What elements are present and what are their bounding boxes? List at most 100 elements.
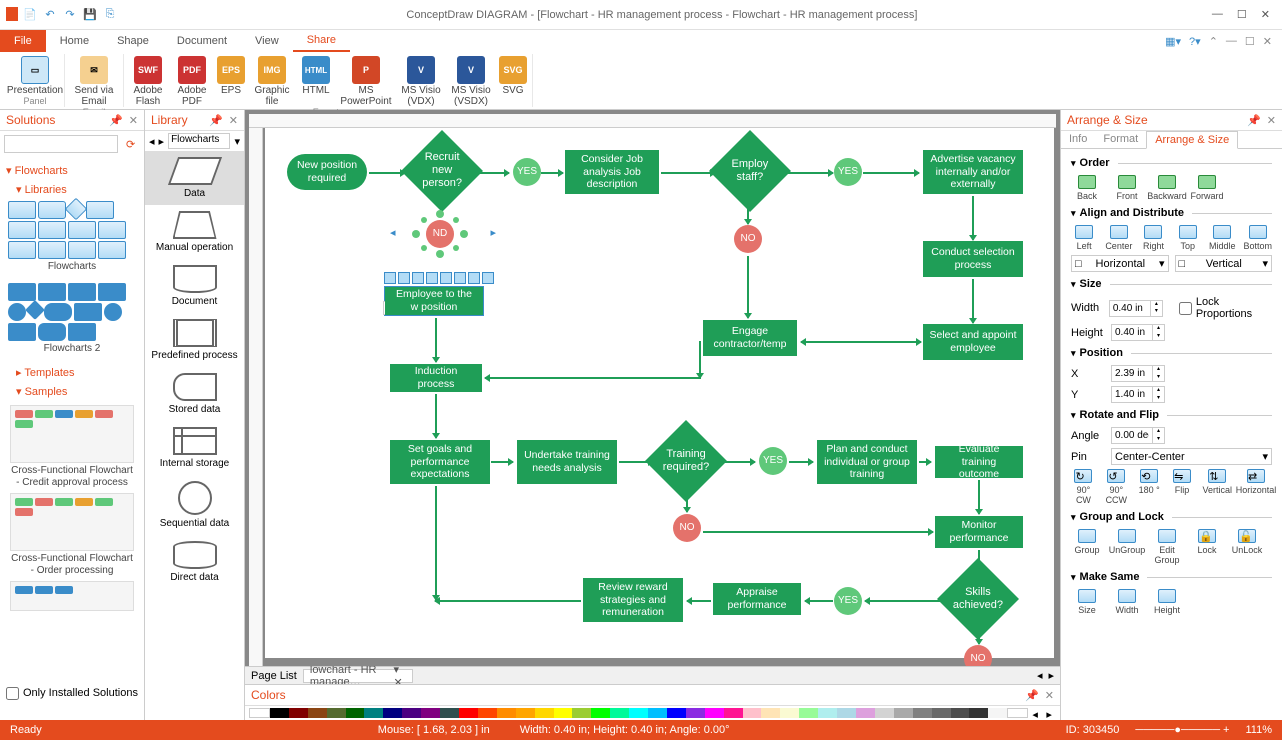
- close-icon[interactable]: ✕: [129, 114, 138, 127]
- width-input[interactable]: ▴▾: [1109, 300, 1163, 317]
- connector[interactable]: [978, 480, 980, 514]
- node-plan-training[interactable]: Plan and conduct individual or group tra…: [817, 440, 917, 484]
- presentation-button[interactable]: ▭Presentation: [10, 54, 60, 96]
- connector[interactable]: [783, 172, 833, 174]
- flip-h-button[interactable]: ⇄Horizontal: [1240, 469, 1272, 505]
- canvas[interactable]: New position required Recruit new person…: [245, 110, 1060, 666]
- node-yes-1[interactable]: YES: [513, 158, 541, 186]
- align-center-button[interactable]: Center: [1105, 225, 1132, 251]
- unlock-button[interactable]: 🔓UnLock: [1231, 529, 1263, 565]
- node-eval-training[interactable]: Evaluate training outcome: [935, 446, 1023, 478]
- lock-proportions-checkbox[interactable]: [1179, 302, 1192, 315]
- connector[interactable]: [435, 486, 437, 600]
- refresh-icon[interactable]: ⟳: [122, 138, 139, 151]
- close-button[interactable]: ✕: [1261, 8, 1270, 21]
- y-input[interactable]: ▴▾: [1111, 386, 1165, 403]
- rotate-cw-button[interactable]: ↻90° CW: [1071, 469, 1096, 505]
- connector[interactable]: [687, 600, 711, 602]
- connector[interactable]: [661, 172, 715, 174]
- colors-scroll-left-icon[interactable]: ◂: [1028, 708, 1042, 718]
- flip-v-button[interactable]: ⇅Vertical: [1203, 469, 1233, 505]
- tab-document[interactable]: Document: [163, 30, 241, 52]
- align-bottom-button[interactable]: Bottom: [1243, 225, 1272, 251]
- help-icon[interactable]: ?▾: [1189, 35, 1201, 48]
- connector[interactable]: [805, 600, 833, 602]
- adobe-pdf-button[interactable]: PDFAdobe PDF: [172, 54, 212, 107]
- flip-button[interactable]: ⇋Flip: [1170, 469, 1195, 505]
- lib-document[interactable]: Document: [145, 259, 244, 313]
- align-top-button[interactable]: Top: [1175, 225, 1201, 251]
- connector[interactable]: [789, 461, 813, 463]
- lib-direct[interactable]: Direct data: [145, 535, 244, 589]
- tab-info[interactable]: Info: [1061, 131, 1095, 148]
- node-recruit-decision[interactable]: Recruit new person?: [401, 130, 483, 212]
- node-induction[interactable]: Induction process: [390, 364, 482, 392]
- sol-libraries[interactable]: ▾ Libraries: [6, 180, 138, 199]
- sol-flowcharts[interactable]: ▾ Flowcharts: [6, 161, 138, 180]
- restore-ribbon-icon[interactable]: ☐: [1245, 35, 1255, 48]
- lib-stored[interactable]: Stored data: [145, 367, 244, 421]
- node-advertise[interactable]: Advertise vacancy internally and/or exte…: [923, 150, 1023, 194]
- node-select-appoint[interactable]: Select and appoint employee: [923, 324, 1023, 360]
- editgroup-button[interactable]: Edit Group: [1151, 529, 1183, 565]
- pin-dropdown[interactable]: Center-Center▾: [1111, 448, 1272, 465]
- lib-sequential[interactable]: Sequential data: [145, 475, 244, 535]
- order-front-button[interactable]: Front: [1111, 175, 1143, 201]
- send-email-button[interactable]: ✉Send via Email: [69, 54, 119, 107]
- connector[interactable]: [435, 318, 437, 362]
- node-new-position[interactable]: New position required: [287, 154, 367, 190]
- distribute-h-dropdown[interactable]: □ Horizontal▾: [1071, 255, 1169, 272]
- connector[interactable]: [485, 377, 701, 379]
- lib-internal[interactable]: Internal storage: [145, 421, 244, 475]
- pin-icon[interactable]: 📌: [209, 114, 223, 127]
- connector[interactable]: [699, 341, 701, 378]
- scroll-left-icon[interactable]: ◂: [1037, 669, 1043, 682]
- node-review-reward[interactable]: Review reward strategies and remuneratio…: [583, 578, 683, 622]
- ribbon-app-icon[interactable]: ▦▾: [1165, 35, 1181, 48]
- connector[interactable]: [435, 600, 581, 602]
- sol-templates[interactable]: ▸ Templates: [6, 363, 138, 382]
- qat-new-icon[interactable]: [6, 7, 18, 21]
- x-input[interactable]: ▴▾: [1111, 365, 1165, 382]
- align-left-button[interactable]: Left: [1071, 225, 1097, 251]
- pin-icon[interactable]: 📌: [109, 114, 123, 127]
- connector[interactable]: [541, 172, 563, 174]
- tab-format[interactable]: Format: [1095, 131, 1146, 148]
- sol-samples[interactable]: ▾ Samples: [6, 382, 138, 401]
- connector[interactable]: [972, 279, 974, 323]
- align-right-button[interactable]: Right: [1140, 225, 1166, 251]
- lock-button[interactable]: 🔒Lock: [1191, 529, 1223, 565]
- pin-icon[interactable]: 📌: [1025, 689, 1039, 702]
- only-installed-checkbox[interactable]: [6, 687, 19, 700]
- close-icon[interactable]: ✕: [1045, 689, 1054, 702]
- connector[interactable]: [887, 341, 921, 343]
- node-no-2[interactable]: NO: [673, 514, 701, 542]
- qat-redo-icon[interactable]: ↷: [62, 7, 78, 23]
- collapse-ribbon-icon[interactable]: ⌃: [1209, 35, 1218, 48]
- svg-button[interactable]: SVGSVG: [498, 54, 528, 107]
- section-order[interactable]: Order: [1071, 157, 1272, 169]
- same-width-button[interactable]: Width: [1111, 589, 1143, 615]
- solutions-search-input[interactable]: [4, 135, 118, 153]
- connector[interactable]: [865, 600, 947, 602]
- library-dropdown[interactable]: Flowcharts …: [168, 133, 230, 149]
- node-set-goals[interactable]: Set goals and performance expectations: [390, 440, 490, 484]
- visio-vsdx-button[interactable]: VMS Visio (VSDX): [448, 54, 494, 107]
- node-consider[interactable]: Consider Job analysis Job description: [565, 150, 659, 194]
- node-conduct-selection[interactable]: Conduct selection process: [923, 241, 1023, 277]
- maximize-button[interactable]: ☐: [1237, 8, 1247, 21]
- adobe-flash-button[interactable]: SWFAdobe Flash: [128, 54, 168, 107]
- connector[interactable]: [801, 341, 887, 343]
- close-icon[interactable]: ✕: [229, 114, 238, 127]
- section-size[interactable]: Size: [1071, 278, 1272, 290]
- zoom-slider[interactable]: ─────●───── +: [1135, 724, 1229, 736]
- connector[interactable]: [703, 531, 933, 533]
- shape-grid-flowcharts[interactable]: Flowcharts: [6, 199, 138, 281]
- pin-icon[interactable]: 📌: [1247, 114, 1261, 127]
- close-ribbon-icon[interactable]: ✕: [1263, 35, 1272, 48]
- section-align[interactable]: Align and Distribute: [1071, 207, 1272, 219]
- drawing-page[interactable]: New position required Recruit new person…: [265, 128, 1054, 658]
- lib-manual[interactable]: Manual operation: [145, 205, 244, 259]
- node-employ-decision[interactable]: Employ staff?: [709, 130, 791, 212]
- lib-data[interactable]: Data: [145, 151, 244, 205]
